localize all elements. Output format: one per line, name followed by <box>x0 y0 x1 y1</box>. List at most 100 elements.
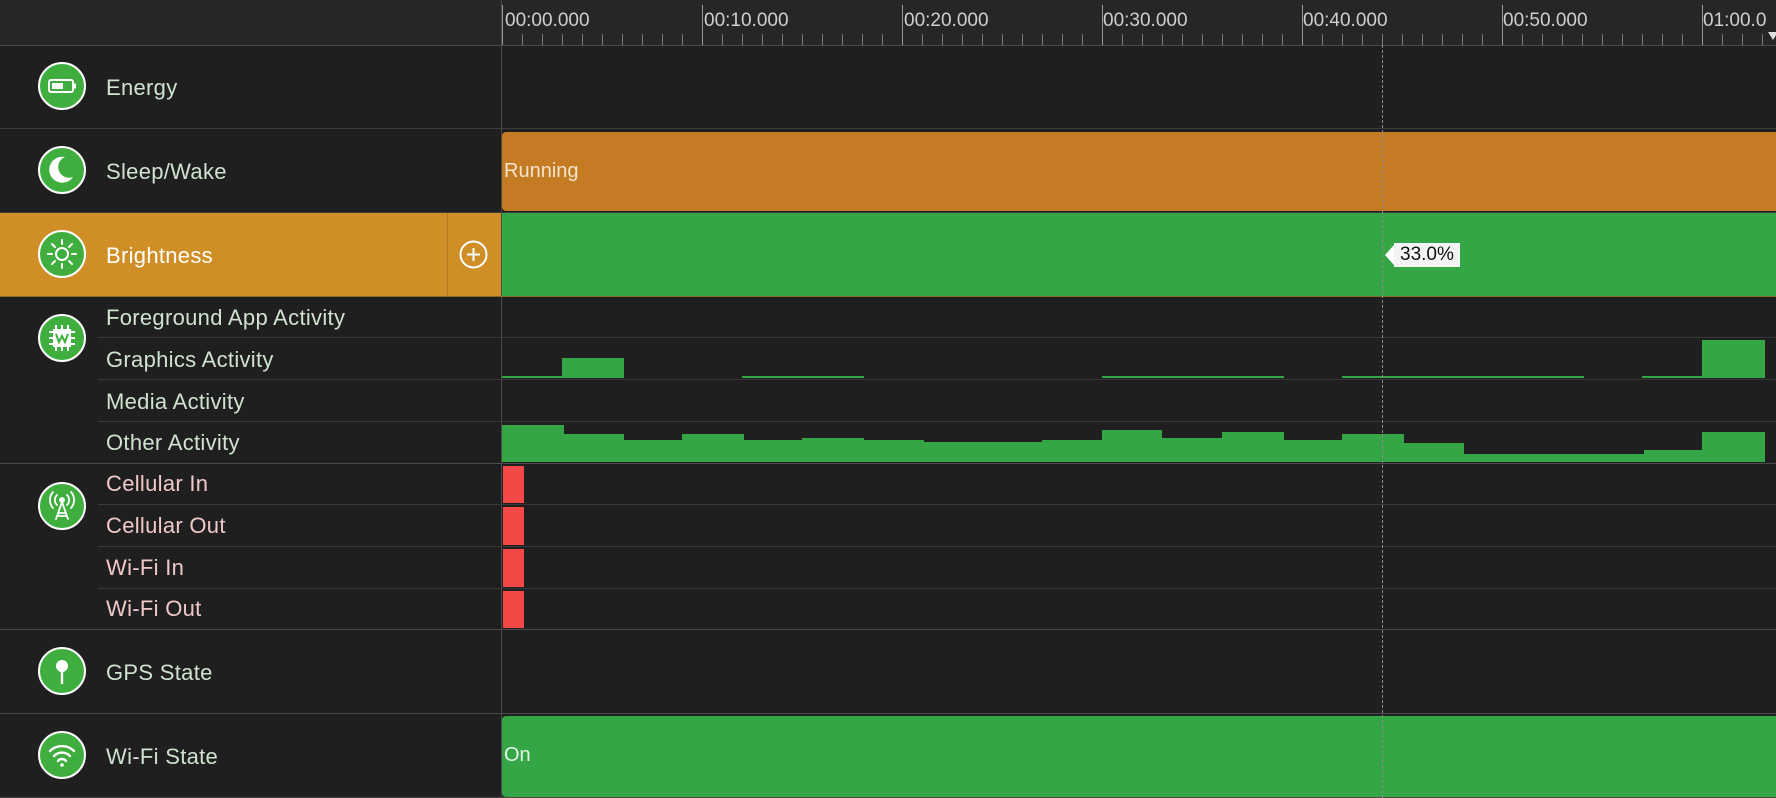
minor-tick <box>962 34 963 45</box>
other-activity-bar[interactable] <box>1524 454 1644 462</box>
other-activity-bar[interactable] <box>1342 434 1404 462</box>
minor-tick <box>1542 34 1543 45</box>
minor-tick <box>1222 34 1223 45</box>
tick-label: 01:00.0 <box>1703 10 1767 31</box>
moon-icon <box>38 146 86 194</box>
minor-tick <box>1402 34 1403 45</box>
minor-tick <box>762 34 763 45</box>
minor-tick <box>1162 34 1163 45</box>
minor-tick <box>1422 34 1423 45</box>
other-activity-bar[interactable] <box>1404 443 1464 462</box>
other-activity-bar[interactable] <box>1284 440 1342 462</box>
running-interval-bar[interactable]: Running <box>502 132 1776 211</box>
brightness-level-bar[interactable] <box>502 213 1776 296</box>
minor-tick <box>1742 34 1743 45</box>
divider <box>447 213 448 296</box>
minor-tick <box>1242 34 1243 45</box>
wifi-on-interval-bar[interactable]: On <box>502 716 1776 797</box>
network-label: Cellular In <box>106 471 209 496</box>
minor-tick <box>842 34 843 45</box>
minor-tick <box>1382 34 1383 45</box>
network-label: Wi-Fi In <box>106 555 185 580</box>
track-label: Energy <box>106 75 178 100</box>
tick-label: 00:20.000 <box>904 10 989 31</box>
minor-tick <box>862 34 863 45</box>
graphics-activity-bar[interactable] <box>1702 340 1765 378</box>
minor-tick <box>1602 34 1603 45</box>
other-activity-bar[interactable] <box>1042 440 1102 462</box>
other-activity-bar[interactable] <box>982 442 1044 462</box>
minor-tick <box>602 34 603 45</box>
track-brightness[interactable]: Brightness <box>0 213 501 296</box>
minor-tick <box>922 34 923 45</box>
graphics-activity-bar[interactable] <box>1102 376 1284 378</box>
graphics-activity-bar[interactable] <box>1642 376 1702 378</box>
cell-tower-icon <box>38 482 86 530</box>
graphics-activity-bar[interactable] <box>562 358 624 378</box>
minor-tick <box>1442 34 1443 45</box>
chip-icon <box>38 314 86 362</box>
minor-tick <box>1722 34 1723 45</box>
minor-tick <box>982 34 983 45</box>
activity-label: Media Activity <box>106 389 245 414</box>
other-activity-bar[interactable] <box>564 434 624 462</box>
playhead-marker[interactable] <box>1768 32 1776 40</box>
track-label: Sleep/Wake <box>106 159 227 184</box>
track-gps[interactable]: GPS State <box>0 630 1776 713</box>
other-activity-bar[interactable] <box>864 440 924 462</box>
wifi-out-spike[interactable] <box>503 591 524 628</box>
other-activity-bar[interactable] <box>1644 450 1702 462</box>
activity-label: Graphics Activity <box>106 347 274 372</box>
tooltip-arrow <box>1385 245 1394 265</box>
other-activity-bar[interactable] <box>1162 438 1222 462</box>
wifi-in-spike[interactable] <box>503 549 524 587</box>
tick-label: 00:50.000 <box>1503 10 1588 31</box>
major-tick <box>902 5 903 45</box>
tick-label: 00:00.000 <box>505 10 590 31</box>
activity-label: Other Activity <box>106 430 240 455</box>
track-wifi-state[interactable]: Wi-Fi State <box>0 714 501 797</box>
minor-tick <box>522 34 523 45</box>
other-activity-bar[interactable] <box>502 425 564 462</box>
tick-label: 00:30.000 <box>1103 10 1188 31</box>
pin-icon <box>38 647 86 695</box>
minor-tick <box>1662 34 1663 45</box>
minor-tick <box>682 34 683 45</box>
minor-tick <box>1142 34 1143 45</box>
interval-label: Running <box>504 160 579 182</box>
other-activity-bar[interactable] <box>744 440 802 462</box>
minor-tick <box>1282 34 1283 45</box>
minor-tick <box>742 34 743 45</box>
cursor-line[interactable] <box>1382 45 1383 798</box>
track-label: Wi-Fi State <box>106 744 219 769</box>
graphics-activity-bar[interactable] <box>1342 376 1584 378</box>
minor-tick <box>782 34 783 45</box>
minor-tick <box>1122 34 1123 45</box>
cellular-out-spike[interactable] <box>503 507 524 545</box>
track-energy[interactable]: Energy <box>0 46 1776 128</box>
minor-tick <box>1362 34 1363 45</box>
plus-circle-icon[interactable] <box>459 240 488 269</box>
other-activity-bar[interactable] <box>1702 432 1765 462</box>
minor-tick <box>1462 34 1463 45</box>
graphics-activity-bar[interactable] <box>502 376 562 378</box>
tooltip-value: 33.0% <box>1394 243 1460 267</box>
other-activity-bar[interactable] <box>1222 432 1284 462</box>
minor-tick <box>1482 34 1483 45</box>
minor-tick <box>1042 34 1043 45</box>
other-activity-bar[interactable] <box>1464 454 1524 462</box>
cellular-in-spike[interactable] <box>503 466 524 503</box>
other-activity-bar[interactable] <box>802 438 864 462</box>
minor-tick <box>1582 34 1583 45</box>
other-activity-bar[interactable] <box>624 440 682 462</box>
minor-tick <box>1622 34 1623 45</box>
minor-tick <box>1082 34 1083 45</box>
other-activity-bar[interactable] <box>1102 430 1162 462</box>
track-label: Brightness <box>106 243 213 268</box>
minor-tick <box>1022 34 1023 45</box>
other-activity-bar[interactable] <box>682 434 744 462</box>
minor-tick <box>562 34 563 45</box>
other-activity-bar[interactable] <box>924 442 982 462</box>
graphics-activity-bar[interactable] <box>742 376 864 378</box>
track-activity[interactable]: Foreground App Activity Graphics Activit… <box>0 297 501 463</box>
